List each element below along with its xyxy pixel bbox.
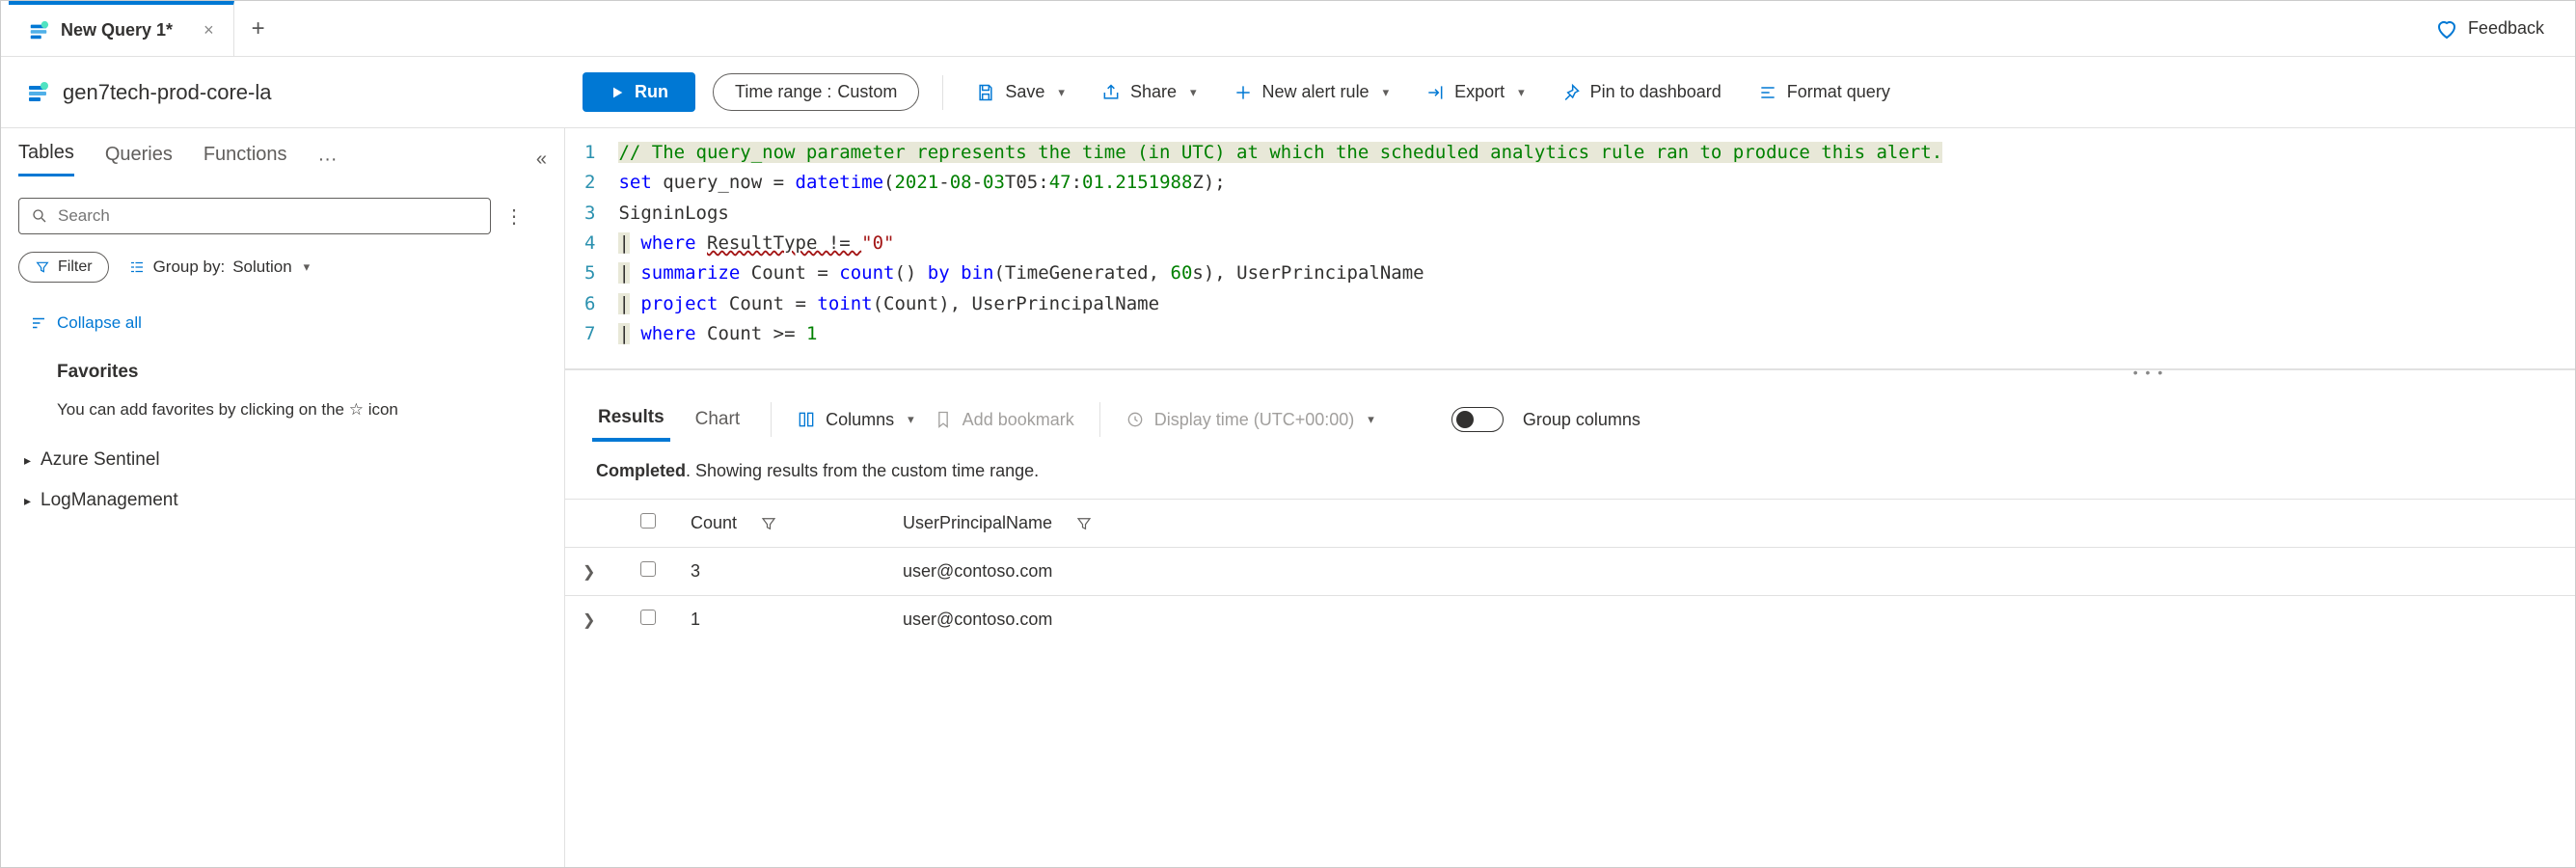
expand-row-icon[interactable]: ❯ xyxy=(583,612,595,629)
workspace-name: gen7tech-prod-core-la xyxy=(63,80,271,105)
share-icon xyxy=(1101,83,1121,102)
bookmark-icon xyxy=(934,410,953,429)
feedback-label: Feedback xyxy=(2468,18,2544,39)
col-upn[interactable]: UserPrincipalName xyxy=(903,513,1052,533)
tab-results[interactable]: Results xyxy=(592,397,670,442)
query-tab[interactable]: New Query 1* × xyxy=(9,1,234,56)
list-icon xyxy=(128,258,146,276)
tree-item-logmgmt[interactable]: ▸ LogManagement xyxy=(1,480,564,521)
search-icon xyxy=(31,207,48,225)
export-button[interactable]: Export ▾ xyxy=(1416,76,1534,108)
main-area: 1234567 // The query_now parameter repre… xyxy=(565,128,2575,867)
groupby-button[interactable]: Group by: Solution ▾ xyxy=(128,258,311,277)
clock-icon xyxy=(1125,410,1145,429)
chevron-down-icon: ▾ xyxy=(1058,85,1065,100)
results-toolbar: Results Chart Columns ▾ Add bookmark Dis… xyxy=(565,388,2575,451)
tab-title: New Query 1* xyxy=(61,20,173,41)
group-columns-toggle[interactable] xyxy=(1451,407,1504,432)
share-button[interactable]: Share ▾ xyxy=(1092,76,1207,108)
format-button[interactable]: Format query xyxy=(1749,76,1900,108)
more-icon[interactable]: ··· xyxy=(318,149,338,171)
columns-icon xyxy=(797,410,816,429)
caret-right-icon: ▸ xyxy=(24,493,31,509)
col-count[interactable]: Count xyxy=(691,513,737,533)
chevron-down-icon: ▾ xyxy=(304,259,311,275)
collapse-all-button[interactable]: Collapse all xyxy=(1,290,564,342)
group-columns-label: Group columns xyxy=(1523,410,1641,430)
query-icon xyxy=(28,20,49,41)
display-time-button[interactable]: Display time (UTC+00:00) ▾ xyxy=(1125,410,1374,430)
tab-queries[interactable]: Queries xyxy=(105,144,173,176)
kebab-icon[interactable]: ⋮ xyxy=(504,204,524,229)
status-line: Completed. Showing results from the cust… xyxy=(565,451,2575,499)
filter-upn-icon[interactable] xyxy=(1075,515,1093,532)
play-icon xyxy=(610,85,625,100)
code-area[interactable]: // The query_now parameter represents th… xyxy=(618,138,1942,349)
export-icon xyxy=(1425,83,1445,102)
chevron-down-icon: ▾ xyxy=(1190,85,1197,100)
query-editor[interactable]: 1234567 // The query_now parameter repre… xyxy=(565,128,2575,369)
tree-item-sentinel[interactable]: ▸ Azure Sentinel xyxy=(1,440,564,480)
funnel-icon xyxy=(35,259,50,275)
search-input[interactable] xyxy=(18,198,491,234)
tab-functions[interactable]: Functions xyxy=(203,144,287,176)
tab-tables[interactable]: Tables xyxy=(18,142,74,176)
pin-button[interactable]: Pin to dashboard xyxy=(1552,76,1731,108)
chevron-down-icon: ▾ xyxy=(1368,412,1374,427)
close-icon[interactable]: × xyxy=(203,20,214,41)
results-table: Count UserPrincipalName ❯ 3 user@contoso… xyxy=(565,499,2575,643)
time-range-button[interactable]: Time range : Custom xyxy=(713,73,919,111)
chevron-down-icon: ▾ xyxy=(1518,85,1525,100)
row-checkbox[interactable] xyxy=(640,561,656,577)
bookmark-button[interactable]: Add bookmark xyxy=(934,410,1074,430)
line-gutter: 1234567 xyxy=(581,138,618,349)
toolbar: gen7tech-prod-core-la Run Time range : C… xyxy=(1,57,2575,128)
chevron-down-icon: ▾ xyxy=(1383,85,1390,100)
filter-count-icon[interactable] xyxy=(760,515,777,532)
table-row[interactable]: ❯ 3 user@contoso.com xyxy=(565,548,2575,596)
run-button[interactable]: Run xyxy=(583,72,695,112)
save-icon xyxy=(976,83,995,102)
chevron-down-icon: ▾ xyxy=(908,412,914,427)
workspace-selector[interactable]: gen7tech-prod-core-la xyxy=(1,80,565,105)
favorites-heading: Favorites xyxy=(1,342,564,393)
select-all-checkbox[interactable] xyxy=(640,513,656,529)
columns-button[interactable]: Columns ▾ xyxy=(797,410,914,430)
resize-handle[interactable]: • • • xyxy=(565,369,2575,388)
feedback-button[interactable]: Feedback xyxy=(2435,17,2567,41)
save-button[interactable]: Save ▾ xyxy=(966,76,1074,108)
format-icon xyxy=(1758,83,1777,102)
plus-icon xyxy=(1234,83,1253,102)
new-alert-button[interactable]: New alert rule ▾ xyxy=(1224,76,1399,108)
row-checkbox[interactable] xyxy=(640,610,656,625)
filter-button[interactable]: Filter xyxy=(18,252,109,283)
tab-chart[interactable]: Chart xyxy=(690,399,746,440)
favorites-hint: You can add favorites by clicking on the… xyxy=(1,393,564,440)
collapse-icon xyxy=(30,314,47,332)
pin-icon xyxy=(1561,83,1581,102)
heart-icon xyxy=(2435,17,2458,41)
table-row[interactable]: ❯ 1 user@contoso.com xyxy=(565,596,2575,644)
sidebar: Tables Queries Functions ··· « ⋮ Filter xyxy=(1,128,565,867)
caret-right-icon: ▸ xyxy=(24,452,31,469)
workspace-icon xyxy=(26,81,49,104)
tab-bar: New Query 1* × + Feedback xyxy=(1,1,2575,57)
collapse-sidebar-icon[interactable]: « xyxy=(536,149,547,171)
expand-row-icon[interactable]: ❯ xyxy=(583,564,595,581)
add-tab-button[interactable]: + xyxy=(234,15,283,42)
